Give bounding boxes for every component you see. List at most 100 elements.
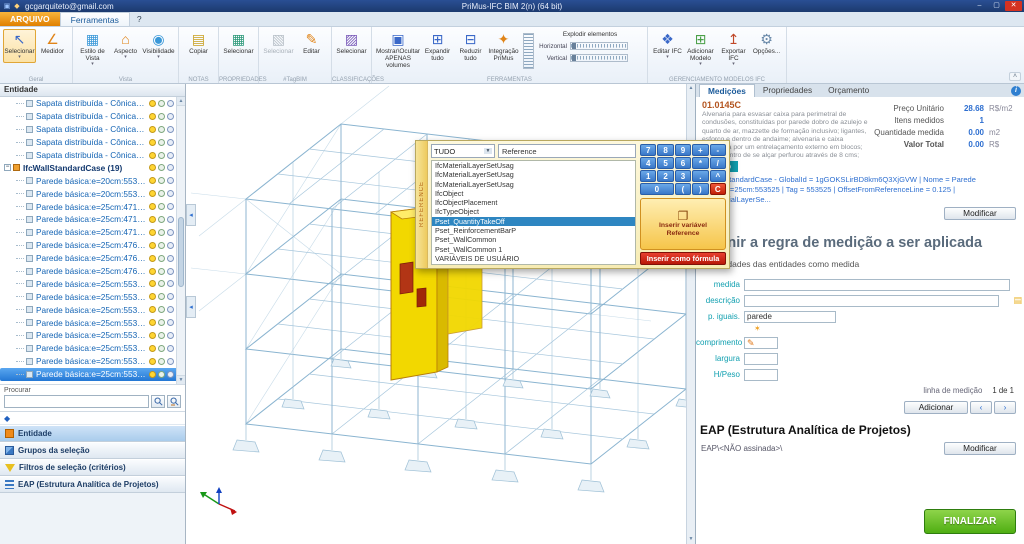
scroll-up-icon[interactable]: ▲ <box>687 84 695 93</box>
visibility-bulb-icon[interactable] <box>149 229 156 236</box>
select-state-icon[interactable] <box>167 293 174 300</box>
select-state-icon[interactable] <box>167 139 174 146</box>
reduzir-tudo-button[interactable]: ⊟ Reduzir tudo <box>454 29 487 64</box>
filter-dropdown[interactable]: TUDO▼ <box>431 144 495 158</box>
keypad-key-7[interactable]: 7 <box>640 144 656 156</box>
select-state-icon[interactable] <box>167 203 174 210</box>
select-state-icon[interactable] <box>167 358 174 365</box>
variable-list-item[interactable]: IfcMaterialLayerSetUsag <box>432 170 635 179</box>
scroll-down-icon[interactable]: ▼ <box>687 535 695 544</box>
h-peso-input[interactable] <box>744 369 778 381</box>
slider-handle[interactable] <box>572 43 576 49</box>
accordion-filtros-de-selecao[interactable]: Filtros de seleção (critérios) <box>0 459 185 476</box>
visibility-bulb-icon[interactable] <box>149 152 156 159</box>
keypad-key-0[interactable]: 0 <box>640 183 674 195</box>
select-state-icon[interactable] <box>167 242 174 249</box>
variable-list-item[interactable]: IfcMaterialLayerSetUsag <box>432 180 635 189</box>
tree-item[interactable]: Parede básica:e=20cm:553527 <box>0 187 185 200</box>
select-state-icon[interactable] <box>167 113 174 120</box>
tab-arquivo[interactable]: ARQUIVO <box>0 12 60 26</box>
visibility-bulb-icon[interactable] <box>149 139 156 146</box>
visibility-bulb-icon[interactable] <box>149 268 156 275</box>
variable-list-item[interactable]: IfcObject <box>432 189 635 198</box>
keypad-key-3[interactable]: 3 <box>675 170 691 182</box>
red-element[interactable] <box>400 262 413 294</box>
adicionar-modelo-button[interactable]: ⊞ Adicionar Modelo▾ <box>684 29 717 70</box>
visibility-bulb-icon[interactable] <box>149 126 156 133</box>
select-state-icon[interactable] <box>167 216 174 223</box>
estilo-de-vista-button[interactable]: ▦ Estilo de Vista▾ <box>76 29 109 70</box>
mostrar-ocultar-volumes-button[interactable]: ▣ Mostrar\Ocultar APENAS volumes <box>375 29 421 71</box>
tab-ferramentas[interactable]: Ferramentas <box>60 12 130 26</box>
visibility-bulb-icon[interactable] <box>149 345 156 352</box>
insert-variable-button[interactable]: ❐ Inserir variável Reference <box>640 198 726 250</box>
keypad-key--[interactable]: - <box>710 144 726 156</box>
keypad-key-9[interactable]: 9 <box>675 144 691 156</box>
variable-list-item[interactable]: IfcTypeObject <box>432 207 635 216</box>
tab-help[interactable]: ? <box>130 12 149 26</box>
adicionar-button[interactable]: Adicionar <box>904 401 968 414</box>
visibility-bulb-icon[interactable] <box>149 358 156 365</box>
tree-item[interactable]: Parede básica:e=25cm:476777 <box>0 239 185 252</box>
visibility-bulb-icon[interactable] <box>149 177 156 184</box>
tree-item[interactable]: Parede básica:e=25cm:553523 <box>0 355 185 368</box>
isolate-icon[interactable] <box>158 203 165 210</box>
propriedades-selecionar-button[interactable]: ▦ Selecionar <box>222 29 255 57</box>
p-iguais-input[interactable] <box>744 311 836 323</box>
keypad-key-1[interactable]: 1 <box>640 170 656 182</box>
maximize-button[interactable]: ▢ <box>988 1 1005 11</box>
close-button[interactable]: ✕ <box>1005 1 1022 11</box>
isolate-icon[interactable] <box>158 242 165 249</box>
visibility-bulb-icon[interactable] <box>149 164 156 171</box>
reference-formula-field[interactable]: Reference <box>498 144 636 158</box>
tree-item[interactable]: Parede básica:e=20cm:553474 <box>0 174 185 187</box>
isolate-icon[interactable] <box>158 268 165 275</box>
visibility-bulb-icon[interactable] <box>149 371 156 378</box>
classificacoes-selecionar-button[interactable]: ▨ Selecionar <box>335 29 368 57</box>
keypad-key-+[interactable]: + <box>692 144 708 156</box>
isolate-icon[interactable] <box>158 319 165 326</box>
minimize-button[interactable]: – <box>971 1 988 11</box>
keypad-key-C[interactable]: C <box>710 183 726 195</box>
select-state-icon[interactable] <box>167 229 174 236</box>
isolate-icon[interactable] <box>158 100 165 107</box>
ribbon-collapse-icon[interactable]: ˄ <box>1009 72 1021 81</box>
visibility-bulb-icon[interactable] <box>149 306 156 313</box>
search-next-button[interactable] <box>167 395 181 408</box>
select-state-icon[interactable] <box>167 306 174 313</box>
axis-gizmo[interactable] <box>200 487 237 515</box>
isolate-icon[interactable] <box>158 332 165 339</box>
isolate-icon[interactable] <box>158 371 165 378</box>
variable-list-item[interactable]: Pset_WallCommon 1 <box>432 245 635 254</box>
keypad-key-*[interactable]: * <box>692 157 708 169</box>
visibility-bulb-icon[interactable] <box>149 216 156 223</box>
visibility-bulb-icon[interactable] <box>149 319 156 326</box>
keypad-key-4[interactable]: 4 <box>640 157 656 169</box>
explode-vertical-slider[interactable] <box>570 54 628 62</box>
isolate-icon[interactable] <box>158 177 165 184</box>
copiar-button[interactable]: ▤ Copiar <box>182 29 215 57</box>
popup-side-tab[interactable]: REFERENCE <box>416 141 428 268</box>
select-state-icon[interactable] <box>167 319 174 326</box>
isolate-icon[interactable] <box>158 345 165 352</box>
tree-item[interactable]: Parede básica:e=25cm:553468 <box>0 290 185 303</box>
accordion-grupos-da-selecao[interactable]: Grupos da seleção <box>0 442 185 459</box>
tree-scrollbar[interactable]: ▲▼ <box>176 97 185 384</box>
aspecto-button[interactable]: ⌂ Aspecto▾ <box>109 29 142 63</box>
tree-item[interactable]: Parede básica:e=25cm:553470 <box>0 303 185 316</box>
comprimento-input[interactable]: ✎ <box>744 337 778 349</box>
tab-medicoes[interactable]: Medições <box>699 84 755 97</box>
finalizar-button[interactable]: FINALIZAR <box>924 509 1016 534</box>
tree-item[interactable]: Parede básica:e=25cm:553472 <box>0 316 185 329</box>
tree-item[interactable]: Parede básica:e=25cm:476779 <box>0 252 185 265</box>
insert-formula-button[interactable]: Inserir como fórmula <box>640 252 726 265</box>
tagbim-editar-button[interactable]: ✎ Editar <box>295 29 328 57</box>
info-icon[interactable]: i <box>1011 86 1021 96</box>
tree-item[interactable]: Parede básica:e=25cm:553521 <box>0 342 185 355</box>
visibility-bulb-icon[interactable] <box>149 293 156 300</box>
tree-item[interactable]: Parede básica:e=25cm:553519 <box>0 329 185 342</box>
visibility-bulb-icon[interactable] <box>149 242 156 249</box>
search-input[interactable] <box>4 395 149 408</box>
select-state-icon[interactable] <box>167 152 174 159</box>
accordion-entidade[interactable]: Entidade <box>0 425 185 442</box>
